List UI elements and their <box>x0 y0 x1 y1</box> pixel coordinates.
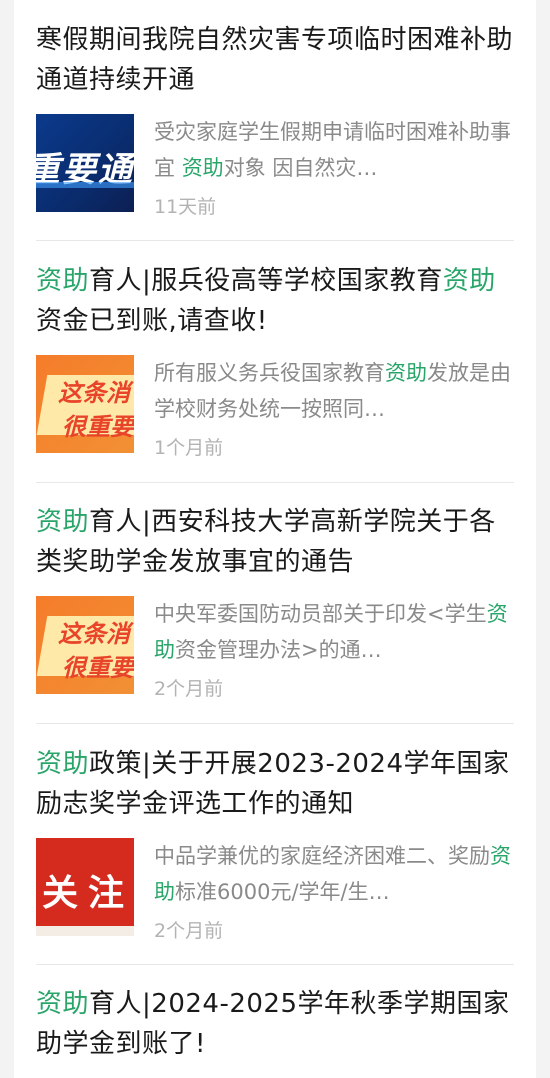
article-item-2[interactable]: 资助育人|服兵役高等学校国家教育资助资金已到账,请查收! 这条消 很重要 所有服… <box>14 261 536 460</box>
article-title[interactable]: 寒假期间我院自然灾害专项临时困难补助通道持续开通 <box>36 20 514 100</box>
article-thumbnail[interactable]: 这条消 很重要 <box>36 596 134 694</box>
thumbnail-text: 关注 <box>42 873 134 914</box>
article-time: 1个月前 <box>154 437 224 459</box>
text-segment: 中央军委国防动员部关于印发<学生 <box>154 602 487 626</box>
article-time: 2个月前 <box>154 920 224 942</box>
thumbnail-decor <box>36 926 134 936</box>
divider <box>36 964 514 965</box>
text-segment: 资金管理办法>的通… <box>175 638 382 662</box>
article-item-5[interactable]: 资助育人|2024-2025学年秋季学期国家助学金到账了! <box>14 984 536 1064</box>
article-thumbnail[interactable]: 重要通知 <box>36 114 134 212</box>
divider <box>36 240 514 241</box>
text-segment: 对象 因自然灾… <box>223 156 378 180</box>
keyword-highlight: 资助 <box>181 156 224 180</box>
text-segment: 育人|西安科技大学高新学院关于各类奖助学金发放事宜的通告 <box>36 507 496 577</box>
article-item-3[interactable]: 资助育人|西安科技大学高新学院关于各类奖助学金发放事宜的通告 这条消 很重要 中… <box>14 502 536 701</box>
article-thumbnail[interactable]: 这条消 很重要 <box>36 355 134 453</box>
text-segment: 育人|2024-2025学年秋季学期国家助学金到账了! <box>36 989 510 1059</box>
text-segment: 中品学兼优的家庭经济困难二、奖励 <box>154 844 490 868</box>
article-title[interactable]: 资助育人|西安科技大学高新学院关于各类奖助学金发放事宜的通告 <box>36 502 514 582</box>
text-segment: 所有服义务兵役国家教育 <box>154 361 385 385</box>
article-item-4[interactable]: 资助政策|关于开展2023-2024学年国家励志奖学金评选工作的通知 关注 中品… <box>14 744 536 943</box>
text-segment: 寒假期间我院自然灾害专项临时困难补助通道持续开通 <box>36 25 514 95</box>
thumbnail-text: 很重要 <box>62 654 134 682</box>
thumbnail-decor <box>36 182 134 188</box>
article-summary: 受灾家庭学生假期申请临时困难补助事宜 资助对象 因自然灾… <box>154 114 514 186</box>
keyword-highlight: 资助 <box>442 266 496 296</box>
article-list: 寒假期间我院自然灾害专项临时困难补助通道持续开通 重要通知 受灾家庭学生假期申请… <box>14 0 536 1078</box>
keyword-highlight: 资助 <box>36 989 90 1019</box>
article-item-1[interactable]: 寒假期间我院自然灾害专项临时困难补助通道持续开通 重要通知 受灾家庭学生假期申请… <box>14 20 536 219</box>
article-summary: 中品学兼优的家庭经济困难二、奖励资助标准6000元/学年/生… <box>154 838 514 910</box>
keyword-highlight: 资助 <box>36 749 90 779</box>
article-thumbnail[interactable]: 关注 <box>36 838 134 936</box>
keyword-highlight: 资助 <box>36 266 90 296</box>
article-time: 2个月前 <box>154 678 224 700</box>
thumbnail-text: 这条消 <box>58 379 130 407</box>
thumbnail-text: 这条消 <box>58 620 130 648</box>
text-segment: 育人|服兵役高等学校国家教育 <box>89 266 443 296</box>
divider <box>36 482 514 483</box>
keyword-highlight: 资助 <box>385 361 427 385</box>
text-segment: 政策|关于开展2023-2024学年国家励志奖学金评选工作的通知 <box>36 749 510 819</box>
thumbnail-text: 很重要 <box>62 413 134 441</box>
article-summary: 中央军委国防动员部关于印发<学生资助资金管理办法>的通… <box>154 596 514 668</box>
text-segment: 资金已到账,请查收! <box>36 306 268 336</box>
article-title[interactable]: 资助政策|关于开展2023-2024学年国家励志奖学金评选工作的通知 <box>36 744 514 824</box>
divider <box>36 723 514 724</box>
keyword-highlight: 资助 <box>36 507 90 537</box>
article-time: 11天前 <box>154 196 217 218</box>
article-title[interactable]: 资助育人|服兵役高等学校国家教育资助资金已到账,请查收! <box>36 261 514 341</box>
article-summary: 所有服义务兵役国家教育资助发放是由学校财务处统一按照同… <box>154 355 514 427</box>
text-segment: 标准6000元/学年/生… <box>175 880 390 904</box>
article-title[interactable]: 资助育人|2024-2025学年秋季学期国家助学金到账了! <box>36 984 514 1064</box>
